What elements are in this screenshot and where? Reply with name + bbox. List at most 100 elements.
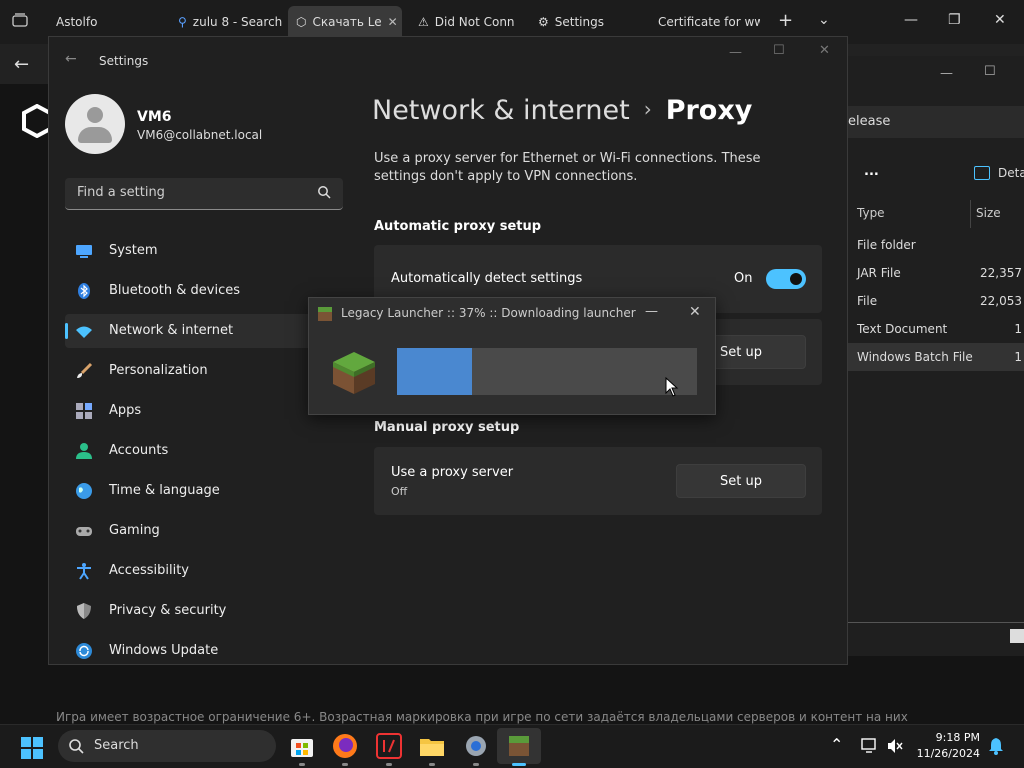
file-type: Text Document bbox=[857, 322, 948, 336]
file-row[interactable]: Text Document 1 bbox=[848, 315, 1024, 343]
close-icon[interactable]: ✕ bbox=[689, 304, 701, 320]
clock-time: 9:18 PM bbox=[935, 731, 980, 744]
running-indicator bbox=[429, 763, 435, 766]
accounts-icon bbox=[75, 442, 93, 460]
chevron-up-icon[interactable]: ⌃ bbox=[830, 735, 843, 754]
list-view-icon[interactable] bbox=[1010, 629, 1024, 643]
minimize-icon[interactable]: — bbox=[940, 66, 953, 81]
notification-bell-icon[interactable] bbox=[988, 737, 1004, 755]
grass-block-icon bbox=[318, 307, 332, 321]
sidebar-item-personalization[interactable]: Personalization bbox=[65, 354, 347, 388]
sidebar-item-gaming[interactable]: Gaming bbox=[65, 514, 347, 548]
minimize-icon[interactable]: — bbox=[645, 304, 658, 319]
taskbar: Search ⌃ 9:18 PM 11/26/2024 bbox=[0, 724, 1024, 768]
use-proxy-label: Use a proxy server bbox=[391, 465, 514, 480]
sidebar-item-privacy[interactable]: Privacy & security bbox=[65, 594, 347, 628]
warning-icon: ⚠ bbox=[418, 15, 429, 29]
mouse-cursor-icon bbox=[665, 376, 679, 397]
tab-label: Settings bbox=[554, 15, 604, 29]
sidebar-item-label: Apps bbox=[109, 403, 142, 418]
sidebar-item-time-language[interactable]: Time & language bbox=[65, 474, 347, 508]
new-tab-icon[interactable]: + bbox=[778, 10, 793, 31]
sidebar-item-network[interactable]: Network & internet bbox=[65, 314, 347, 348]
tab-download-legacy[interactable]: ⬡ Скачать Le ✕ bbox=[288, 6, 402, 38]
restore-icon[interactable]: ❐ bbox=[948, 12, 961, 28]
sidebar-item-label: Accessibility bbox=[109, 563, 189, 578]
file-row[interactable]: File folder bbox=[848, 231, 1024, 259]
clock-date: 11/26/2024 bbox=[916, 747, 980, 760]
avatar[interactable] bbox=[65, 94, 125, 154]
legacy-launcher-icon[interactable] bbox=[497, 728, 541, 766]
tab-settings[interactable]: ⚙ Settings bbox=[530, 6, 646, 38]
window-title: Settings bbox=[99, 54, 149, 68]
search-icon[interactable] bbox=[317, 185, 331, 199]
code-app-icon[interactable] bbox=[375, 732, 403, 766]
address-bar[interactable]: elease bbox=[848, 106, 1024, 138]
more-options-button[interactable]: ... bbox=[864, 164, 879, 179]
column-divider bbox=[970, 200, 971, 228]
settings-gear-icon[interactable] bbox=[462, 732, 490, 766]
sidebar-item-system[interactable]: System bbox=[65, 234, 347, 268]
tab-label: zulu 8 - Search bbox=[192, 15, 282, 29]
file-size: 22,053 bbox=[980, 294, 1022, 308]
file-type: File bbox=[857, 294, 878, 308]
minimize-icon[interactable]: — bbox=[904, 12, 918, 28]
minimize-icon[interactable]: — bbox=[729, 45, 742, 60]
sidebar-item-windows-update[interactable]: Windows Update bbox=[65, 634, 347, 668]
file-explorer-icon[interactable] bbox=[418, 732, 446, 766]
bluetooth-icon bbox=[75, 282, 93, 300]
store-icon[interactable] bbox=[288, 732, 316, 766]
details-button[interactable]: Detai bbox=[998, 166, 1024, 180]
maximize-icon[interactable]: ☐ bbox=[984, 64, 996, 79]
search-input[interactable] bbox=[75, 184, 309, 201]
sidebar-item-bluetooth[interactable]: Bluetooth & devices bbox=[65, 274, 347, 308]
sidebar-item-label: Personalization bbox=[109, 363, 208, 378]
user-name: VM6 bbox=[137, 109, 172, 125]
maximize-icon[interactable]: ☐ bbox=[773, 43, 785, 58]
sidebar-item-label: System bbox=[109, 243, 158, 258]
tab-certificate[interactable]: Certificate for ww bbox=[650, 6, 760, 38]
close-icon[interactable]: ✕ bbox=[994, 12, 1006, 28]
breadcrumb-parent[interactable]: Network & internet bbox=[372, 95, 630, 126]
file-explorer-window: — ☐ elease ... Detai Type Size File fold… bbox=[848, 56, 1024, 656]
sidebar-item-label: Accounts bbox=[109, 443, 169, 458]
tab-astolfo[interactable]: Astolfo bbox=[48, 6, 168, 38]
file-type: File folder bbox=[857, 238, 916, 252]
column-type[interactable]: Type bbox=[857, 206, 885, 220]
network-status-icon[interactable] bbox=[860, 737, 878, 755]
network-icon bbox=[75, 322, 93, 340]
address-text: elease bbox=[848, 114, 891, 129]
avatar-head bbox=[87, 107, 103, 123]
sidebar-item-accessibility[interactable]: Accessibility bbox=[65, 554, 347, 588]
taskbar-clock[interactable]: 9:18 PM 11/26/2024 bbox=[917, 730, 980, 762]
back-arrow-icon[interactable]: ← bbox=[65, 51, 77, 67]
tab-did-not-connect[interactable]: ⚠ Did Not Conn bbox=[410, 6, 528, 38]
file-row[interactable]: JAR File 22,357 bbox=[848, 259, 1024, 287]
search-icon bbox=[68, 738, 84, 754]
brush-icon bbox=[75, 362, 93, 380]
volume-muted-icon[interactable] bbox=[886, 737, 904, 755]
sidebar-item-accounts[interactable]: Accounts bbox=[65, 434, 347, 468]
sidebar-item-label: Privacy & security bbox=[109, 603, 227, 618]
running-indicator bbox=[342, 763, 348, 766]
use-proxy-state: Off bbox=[391, 485, 408, 498]
firefox-icon[interactable] bbox=[331, 732, 359, 766]
close-tab-icon[interactable]: ✕ bbox=[388, 15, 398, 29]
chevron-down-icon[interactable]: ⌄ bbox=[818, 12, 830, 28]
file-row[interactable]: File 22,053 bbox=[848, 287, 1024, 315]
taskbar-search[interactable]: Search bbox=[58, 730, 276, 762]
column-size[interactable]: Size bbox=[976, 206, 1001, 220]
gear-icon: ⚙ bbox=[538, 15, 549, 29]
find-setting-field[interactable] bbox=[65, 178, 343, 210]
tab-actions-icon[interactable] bbox=[12, 13, 28, 27]
details-pane-icon[interactable] bbox=[974, 166, 990, 180]
close-icon[interactable]: ✕ bbox=[819, 43, 830, 58]
globe-icon bbox=[75, 482, 93, 500]
auto-detect-toggle[interactable] bbox=[766, 269, 806, 289]
setup-proxy-button[interactable]: Set up bbox=[676, 464, 806, 498]
file-row-selected[interactable]: Windows Batch File 1 bbox=[848, 343, 1024, 371]
start-windows-icon[interactable] bbox=[20, 736, 44, 760]
back-arrow-icon[interactable]: ← bbox=[14, 54, 29, 75]
sidebar-item-apps[interactable]: Apps bbox=[65, 394, 347, 428]
tab-zulu-search[interactable]: ⚲ zulu 8 - Search bbox=[170, 6, 282, 38]
